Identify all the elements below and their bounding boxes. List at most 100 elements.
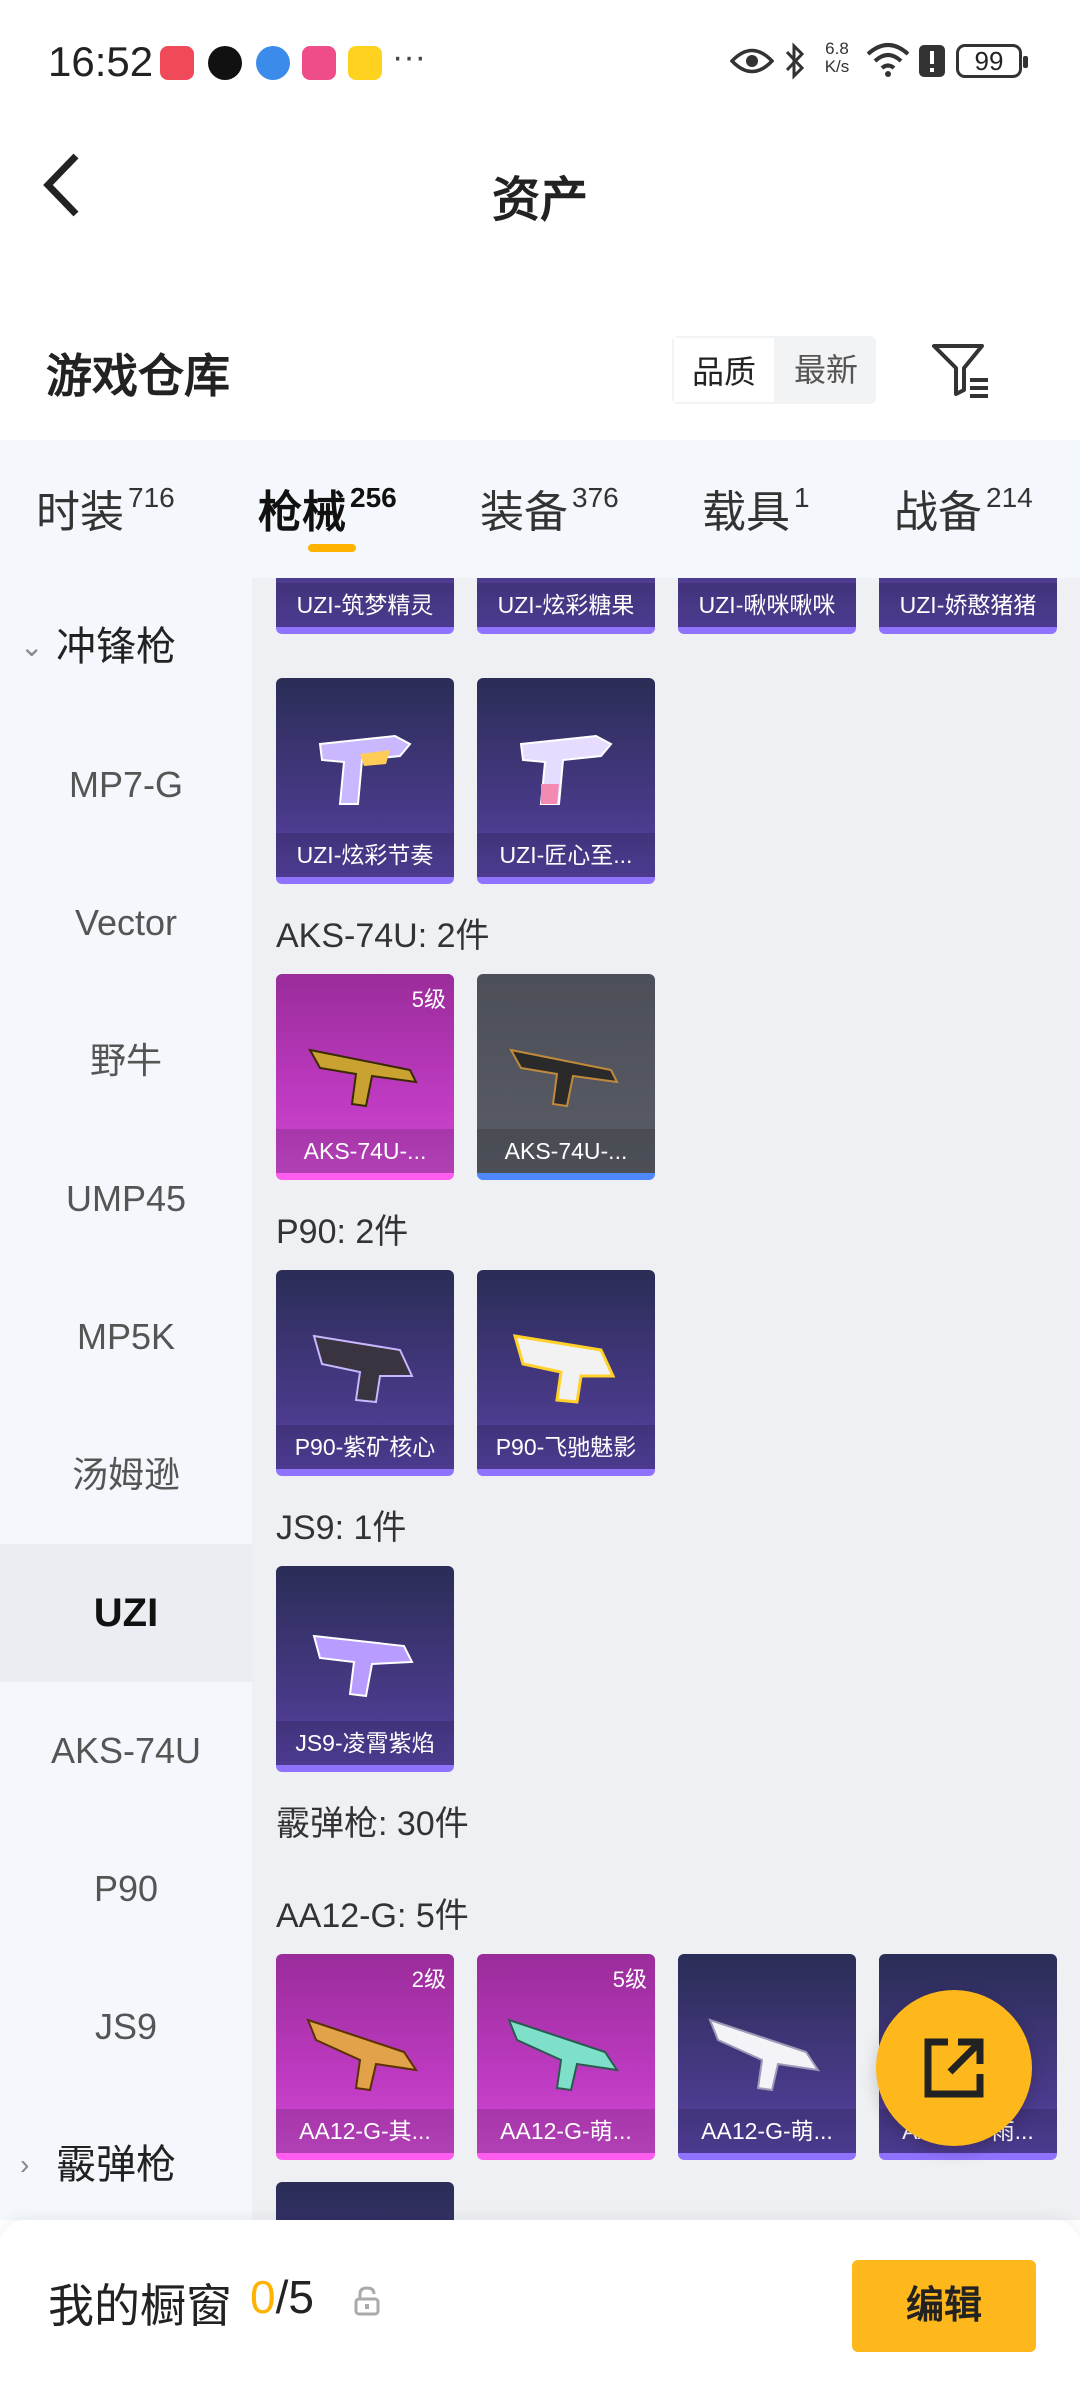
page-title: 资产: [491, 174, 588, 227]
item-card[interactable]: [276, 2182, 454, 2220]
bluetooth-icon: [785, 42, 805, 80]
weapon-sidebar: ⌄ 冲锋枪 MP7-G Vector 野牛 UMP45 MP5K 汤姆逊 UZI…: [0, 578, 252, 2220]
tab-equipment[interactable]: 装备 376: [480, 476, 619, 540]
edit-button[interactable]: 编辑: [852, 2260, 1036, 2352]
filter-icon[interactable]: [930, 340, 990, 400]
item-name: UZI-啾咪啾咪: [678, 583, 856, 627]
tab-label: 载具: [702, 488, 790, 537]
item-card[interactable]: P90-飞驰魅影: [477, 1270, 655, 1476]
item-name: AA12-G-其...: [276, 2109, 454, 2153]
status-bar: 16:52 ··· 6.8 K/s 99: [0, 0, 1080, 120]
alert-icon: [919, 45, 945, 77]
item-name: AKS-74U-...: [276, 1129, 454, 1173]
sidebar-item-smg[interactable]: ⌄ 冲锋枪: [0, 578, 252, 716]
tab-vehicles[interactable]: 载具 1: [702, 476, 810, 540]
tab-count: 214: [986, 482, 1033, 513]
item-card[interactable]: AA12-G-萌...: [678, 1954, 856, 2160]
item-name: AKS-74U-...: [477, 1129, 655, 1173]
section-title: 游戏仓库: [46, 350, 230, 402]
sidebar-item-bison[interactable]: 野牛: [0, 992, 252, 1130]
rifle-skin-icon: [308, 1048, 418, 1108]
item-name: UZI-炫彩糖果: [477, 583, 655, 627]
sidebar-item-shotgun[interactable]: › 霰弹枪: [0, 2096, 252, 2220]
app-yellow-icon: [348, 46, 382, 80]
showcase-label: 我的橱窗: [48, 2280, 232, 2332]
sidebar-item-mp7g[interactable]: MP7-G: [0, 716, 252, 854]
chevron-down-icon: ⌄: [20, 631, 44, 662]
sidebar-item-js9[interactable]: JS9: [0, 1958, 252, 2096]
wifi-icon: [866, 43, 910, 77]
more-notifications-icon: ···: [392, 38, 426, 76]
item-card[interactable]: 2级 AA12-G-其...: [276, 1954, 454, 2160]
item-card[interactable]: UZI-炫彩节奏: [276, 678, 454, 884]
tab-label: 装备: [480, 488, 568, 537]
tab-count: 256: [350, 482, 397, 513]
rifle-skin-icon: [509, 1048, 619, 1108]
item-card[interactable]: P90-紫矿核心: [276, 1270, 454, 1476]
sort-toggle: 品质 最新: [672, 336, 876, 404]
item-name: P90-紫矿核心: [276, 1425, 454, 1469]
qq-icon: [208, 46, 242, 80]
tab-fashion[interactable]: 时装 716: [36, 476, 175, 540]
tab-firearms[interactable]: 枪械 256: [258, 476, 397, 540]
sort-newest-button[interactable]: 最新: [776, 336, 876, 404]
lock-icon: [354, 2286, 380, 2316]
item-name: JS9-凌霄紫焰: [276, 1721, 454, 1765]
sidebar-item-aks74u[interactable]: AKS-74U: [0, 1682, 252, 1820]
p90-skin-icon: [312, 1334, 414, 1404]
item-card[interactable]: UZI-娇憨猪猪: [879, 578, 1057, 634]
chevron-right-icon: ›: [20, 2149, 30, 2180]
sidebar-item-uzi[interactable]: UZI: [0, 1544, 252, 1682]
item-name: UZI-炫彩节奏: [276, 833, 454, 877]
sidebar-item-p90[interactable]: P90: [0, 1820, 252, 1958]
item-grid: UZI-筑梦精灵 UZI-炫彩糖果 UZI-啾咪啾咪 UZI-娇憨猪猪 UZI-…: [252, 578, 1080, 2220]
group-heading-js9: JS9: 1件: [276, 1509, 407, 1547]
item-card[interactable]: UZI-匠心至...: [477, 678, 655, 884]
bottom-bar: 我的橱窗 0/5 编辑: [0, 2220, 1080, 2382]
category-tabs: 时装 716 枪械 256 装备 376 载具 1 战备 214: [0, 440, 1080, 578]
showcase-current: 0: [250, 2271, 276, 2323]
p90-skin-icon: [512, 1334, 616, 1404]
net-speed-value: 6.8: [825, 39, 849, 58]
sort-quality-button[interactable]: 品质: [672, 336, 776, 404]
sidebar-item-label: 冲锋枪: [56, 625, 176, 669]
eye-icon: [730, 48, 774, 74]
item-card[interactable]: 5级 AKS-74U-...: [276, 974, 454, 1180]
item-card[interactable]: AKS-74U-...: [477, 974, 655, 1180]
tab-count: 1: [794, 482, 810, 513]
smg-skin-icon: [312, 1634, 414, 1698]
network-speed: 6.8 K/s: [820, 40, 854, 76]
tab-label: 战备: [894, 488, 982, 537]
group-heading-aa12g: AA12-G: 5件: [276, 1897, 469, 1935]
external-link-icon: [924, 2038, 984, 2098]
tab-label: 时装: [36, 488, 124, 537]
item-card[interactable]: JS9-凌霄紫焰: [276, 1566, 454, 1772]
sidebar-item-thompson[interactable]: 汤姆逊: [0, 1406, 252, 1544]
status-time: 16:52: [48, 38, 154, 85]
tab-label: 枪械: [258, 488, 346, 537]
showcase-count: 0/5: [250, 2270, 314, 2324]
item-name: UZI-筑梦精灵: [276, 583, 454, 627]
item-name: AA12-G-萌...: [477, 2109, 655, 2153]
browser-icon: [256, 46, 290, 80]
item-name: UZI-匠心至...: [477, 833, 655, 877]
active-tab-indicator: [308, 544, 356, 552]
item-name: AA12-G-萌...: [678, 2109, 856, 2153]
item-card[interactable]: UZI-炫彩糖果: [477, 578, 655, 634]
item-card[interactable]: 5级 AA12-G-萌...: [477, 1954, 655, 2160]
app-pink-icon: [302, 46, 336, 80]
tab-supplies[interactable]: 战备 214: [894, 476, 1033, 540]
sidebar-item-mp5k[interactable]: MP5K: [0, 1268, 252, 1406]
share-button[interactable]: [876, 1990, 1032, 2146]
item-card[interactable]: UZI-筑梦精灵: [276, 578, 454, 634]
item-card[interactable]: UZI-啾咪啾咪: [678, 578, 856, 634]
tab-count: 376: [572, 482, 619, 513]
app-notification-icon: [160, 46, 194, 80]
sidebar-item-ump45[interactable]: UMP45: [0, 1130, 252, 1268]
smg-skin-icon: [318, 734, 412, 805]
sidebar-item-vector[interactable]: Vector: [0, 854, 252, 992]
group-heading-aks74u: AKS-74U: 2件: [276, 917, 490, 955]
group-heading-p90: P90: 2件: [276, 1213, 409, 1251]
tab-count: 716: [128, 482, 175, 513]
showcase-total: /5: [275, 2271, 314, 2323]
